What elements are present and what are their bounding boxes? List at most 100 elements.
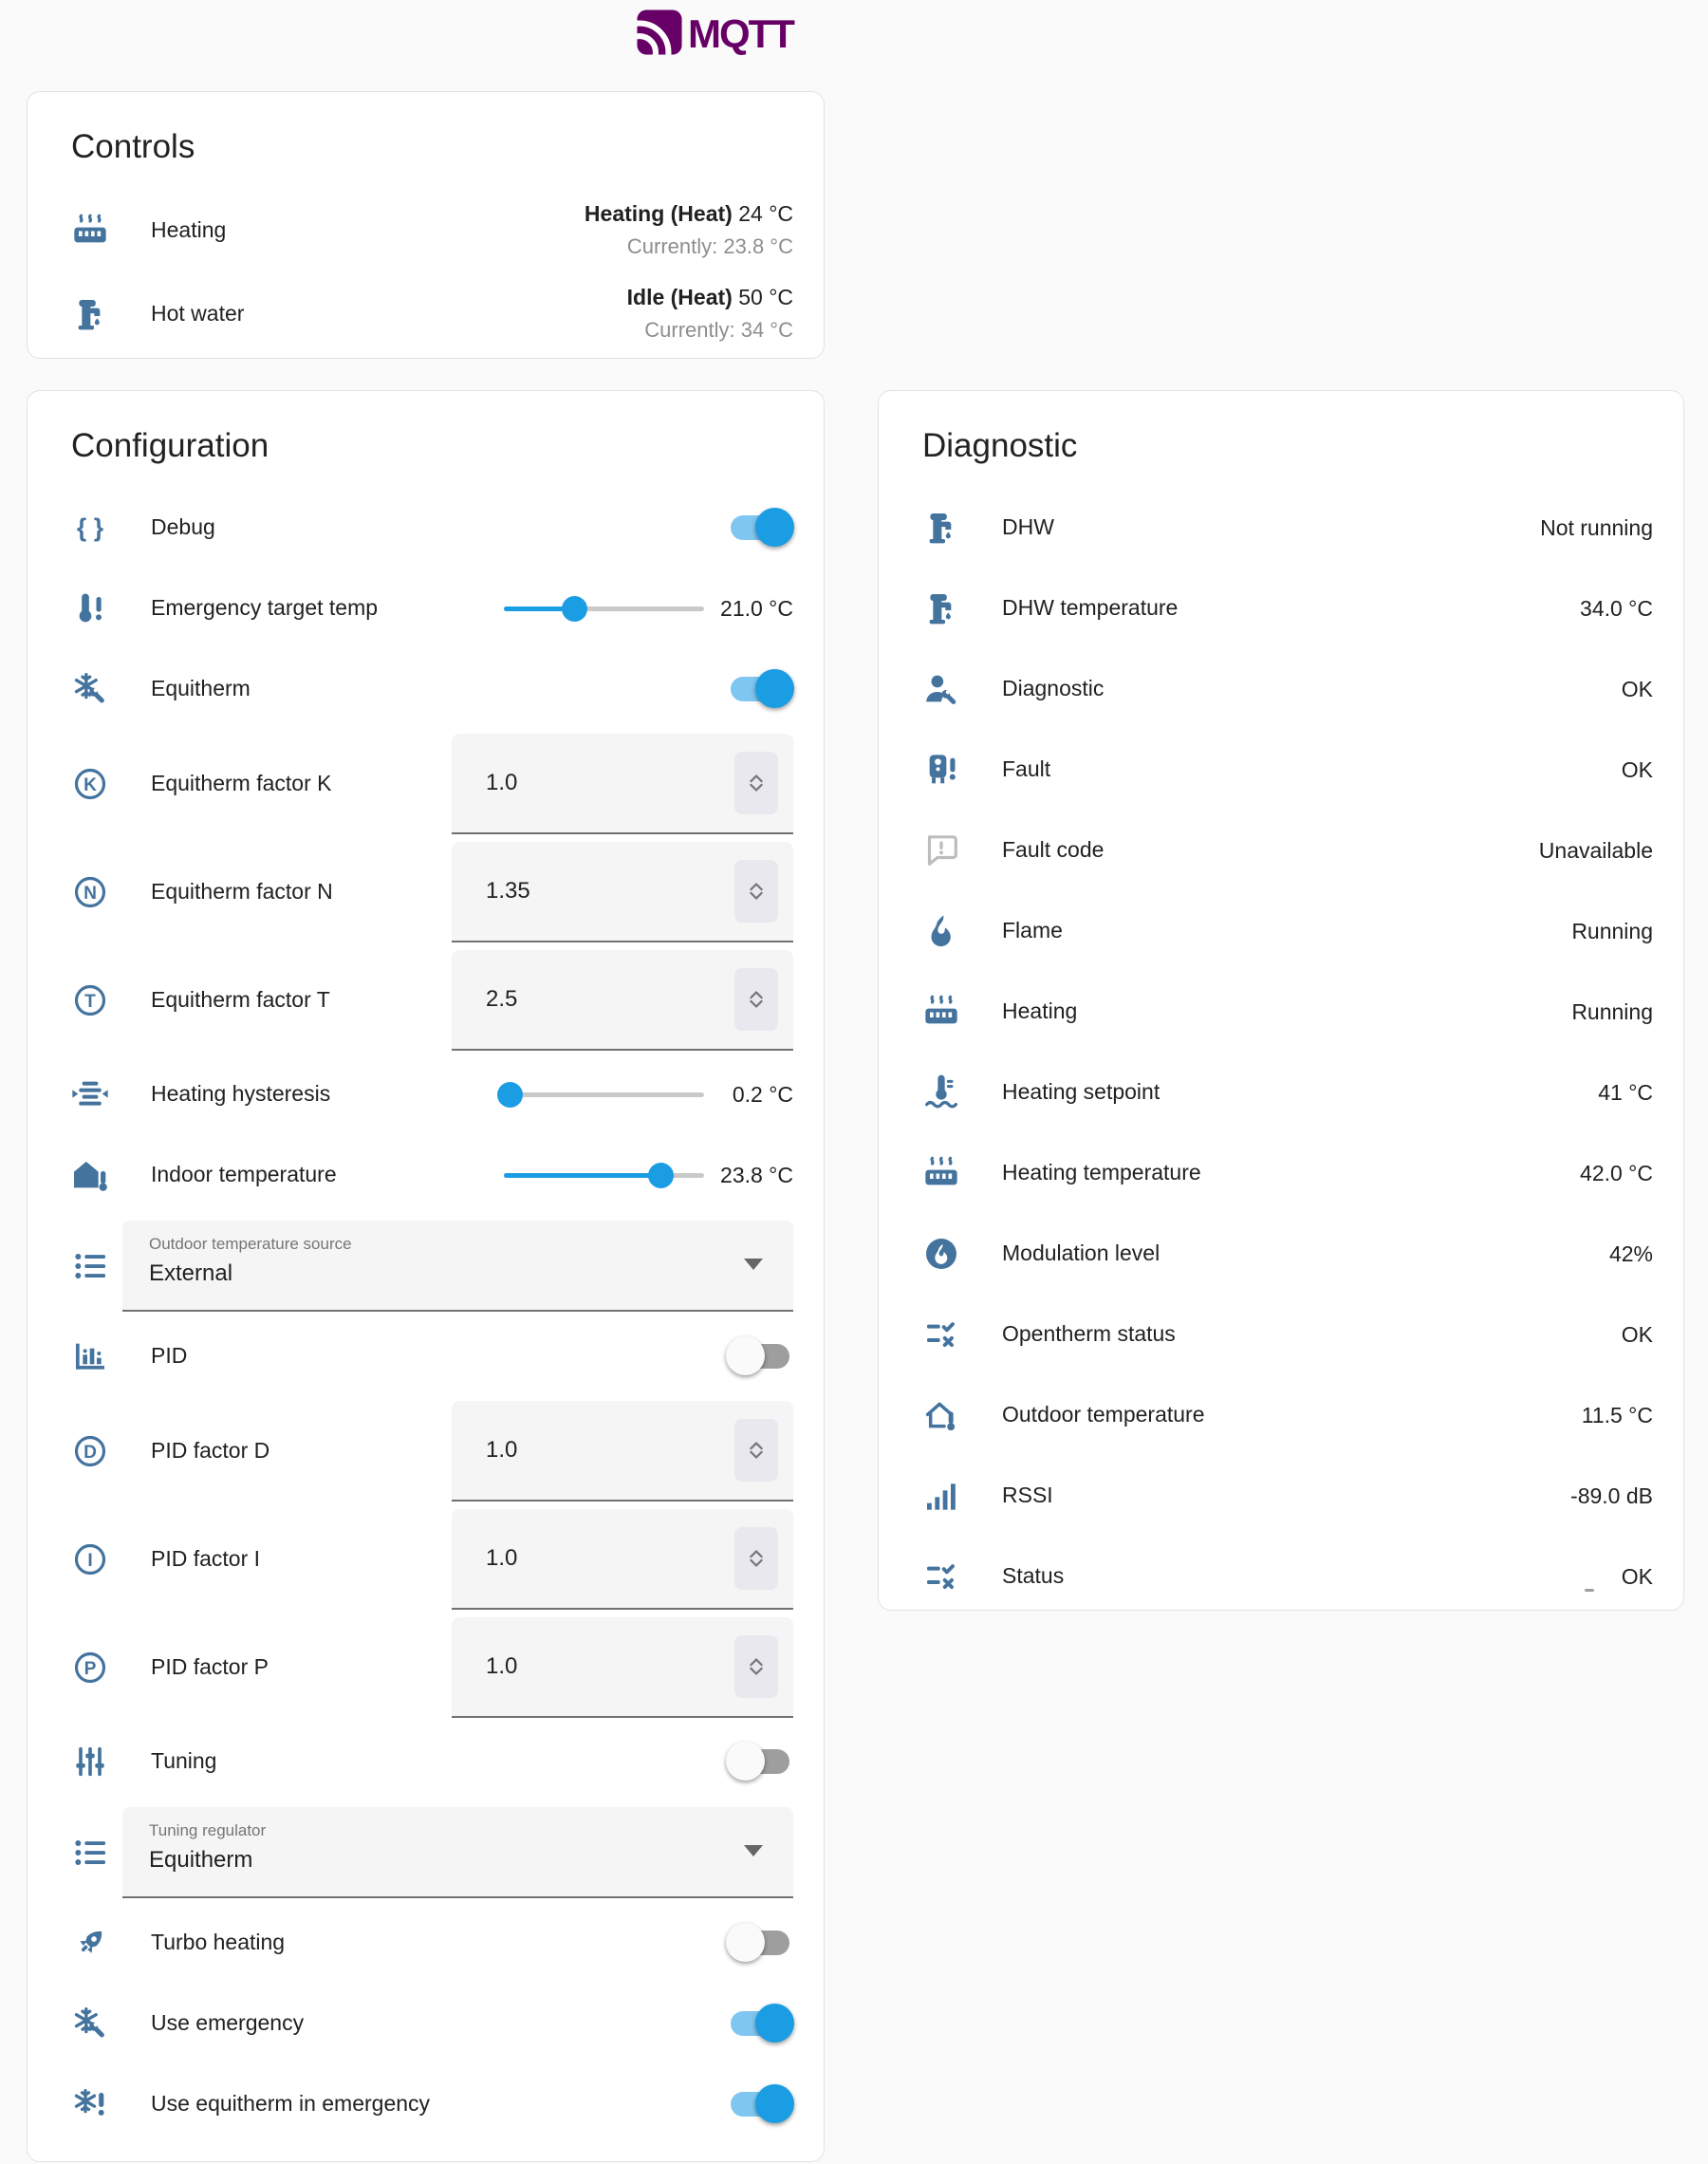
equitherm-factor-t-field bbox=[452, 950, 793, 1051]
radiator-icon bbox=[71, 212, 109, 250]
diag-row-dhw-temperature[interactable]: DHW temperature 34.0 °C bbox=[922, 569, 1653, 649]
select-value: Equitherm bbox=[149, 1847, 740, 1874]
diag-row-fault-code[interactable]: Fault code Unavailable bbox=[922, 811, 1653, 891]
alpha-p-circle-icon bbox=[71, 1649, 109, 1687]
diag-row-heating-temperature[interactable]: Heating temperature 42.0 °C bbox=[922, 1133, 1653, 1214]
debug-toggle[interactable] bbox=[731, 514, 789, 541]
fire-icon bbox=[922, 912, 960, 950]
water-pump-icon bbox=[922, 509, 960, 547]
number-stepper[interactable] bbox=[734, 1635, 778, 1698]
chart-histogram-icon bbox=[71, 1337, 109, 1375]
config-row-equitherm-factor-t: Equitherm factor T bbox=[71, 946, 793, 1054]
diagnostic-card: Diagnostic DHW Not running DHW temperatu… bbox=[878, 390, 1684, 1611]
diag-row-outdoor-temperature[interactable]: Outdoor temperature 11.5 °C bbox=[922, 1375, 1653, 1456]
use-equitherm-in-emergency-toggle[interactable] bbox=[731, 2091, 789, 2117]
emergency-target-temp-slider[interactable] bbox=[504, 594, 704, 623]
equitherm-factor-k-field bbox=[452, 734, 793, 834]
pid-factor-i-input[interactable] bbox=[486, 1545, 734, 1572]
number-stepper[interactable] bbox=[734, 1527, 778, 1590]
row-label: PID factor D bbox=[151, 1437, 452, 1465]
diag-row-fault[interactable]: Fault OK bbox=[922, 730, 1653, 811]
controls-row-heating[interactable]: Heating Heating (Heat) 24 °C Currently: … bbox=[71, 189, 793, 272]
mqtt-logo: MQTT bbox=[634, 8, 793, 61]
controls-row-hot-water[interactable]: Hot water Idle (Heat) 50 °C Currently: 3… bbox=[71, 272, 793, 356]
number-stepper[interactable] bbox=[734, 752, 778, 814]
thermometer-alert-icon bbox=[71, 589, 109, 627]
radiator-icon bbox=[922, 1154, 960, 1192]
config-row-pid-factor-i: PID factor I bbox=[71, 1505, 793, 1614]
diag-row-dhw[interactable]: DHW Not running bbox=[922, 488, 1653, 569]
climate-current-temp: Currently: 23.8 °C bbox=[585, 234, 793, 259]
config-row-tuning: Tuning bbox=[71, 1722, 793, 1802]
config-row-use-emergency: Use emergency bbox=[71, 1984, 793, 2064]
row-value: OK bbox=[1622, 1322, 1653, 1348]
config-row-debug: Debug bbox=[71, 488, 793, 569]
pid-factor-p-input[interactable] bbox=[486, 1653, 734, 1680]
code-braces-icon bbox=[71, 509, 109, 547]
equitherm-factor-k-input[interactable] bbox=[486, 770, 734, 796]
row-value: 42.0 °C bbox=[1580, 1161, 1653, 1186]
pid-factor-i-field bbox=[452, 1509, 793, 1610]
equitherm-factor-t-input[interactable] bbox=[486, 986, 734, 1013]
pid-toggle[interactable] bbox=[731, 1343, 789, 1370]
controls-row-label: Heating bbox=[151, 216, 585, 245]
diag-row-heating[interactable]: Heating Running bbox=[922, 972, 1653, 1053]
use-emergency-toggle[interactable] bbox=[731, 2010, 789, 2037]
diag-row-heating-setpoint[interactable]: Heating setpoint 41 °C bbox=[922, 1053, 1653, 1133]
dropdown-arrow-icon bbox=[744, 1845, 763, 1856]
list-status-icon bbox=[922, 1315, 960, 1353]
row-label: Emergency target temp bbox=[151, 594, 504, 623]
fire-circle-icon bbox=[922, 1235, 960, 1273]
pid-factor-d-field bbox=[452, 1401, 793, 1502]
equitherm-factor-n-field bbox=[452, 842, 793, 942]
row-label: Heating bbox=[1002, 998, 1571, 1026]
tuning-regulator-select[interactable]: Tuning regulator Equitherm bbox=[122, 1807, 793, 1898]
row-label: Fault code bbox=[1002, 836, 1539, 865]
slider-value: 21.0 °C bbox=[717, 594, 793, 624]
climate-state-heating[interactable]: Heating (Heat) 24 °C Currently: 23.8 °C bbox=[585, 201, 793, 259]
row-value: 34.0 °C bbox=[1580, 596, 1653, 622]
select-value: External bbox=[149, 1260, 740, 1287]
snowflake-wrench-icon bbox=[71, 670, 109, 708]
row-label: Fault bbox=[1002, 756, 1622, 784]
diag-row-status[interactable]: Status OK bbox=[922, 1537, 1653, 1611]
diag-row-diagnostic[interactable]: Diagnostic OK bbox=[922, 649, 1653, 730]
diag-row-modulation-level[interactable]: Modulation level 42% bbox=[922, 1214, 1653, 1295]
pid-factor-d-input[interactable] bbox=[486, 1437, 734, 1464]
config-row-equitherm-factor-k: Equitherm factor K bbox=[71, 730, 793, 838]
account-wrench-icon bbox=[922, 670, 960, 708]
number-stepper[interactable] bbox=[734, 860, 778, 923]
config-row-use-equitherm-in-emergency: Use equitherm in emergency bbox=[71, 2064, 793, 2145]
home-thermometer-icon bbox=[71, 1156, 109, 1194]
tuning-toggle[interactable] bbox=[731, 1748, 789, 1775]
alpha-t-circle-icon bbox=[71, 981, 109, 1019]
slider-value: 0.2 °C bbox=[717, 1080, 793, 1110]
diag-row-rssi[interactable]: RSSI -89.0 dB bbox=[922, 1456, 1653, 1537]
config-row-heating-hysteresis: Heating hysteresis 0.2 °C bbox=[71, 1054, 793, 1135]
turbo-heating-toggle[interactable] bbox=[731, 1930, 789, 1956]
row-label: Opentherm status bbox=[1002, 1320, 1622, 1349]
equitherm-toggle[interactable] bbox=[731, 676, 789, 702]
list-bulleted-icon bbox=[71, 1247, 109, 1285]
indoor-temperature-slider[interactable] bbox=[504, 1161, 704, 1189]
list-status-icon bbox=[922, 1558, 960, 1595]
number-stepper[interactable] bbox=[734, 968, 778, 1031]
number-stepper[interactable] bbox=[734, 1419, 778, 1482]
row-value: Running bbox=[1571, 999, 1653, 1025]
diag-row-flame[interactable]: Flame Running bbox=[922, 891, 1653, 972]
controls-title: Controls bbox=[71, 126, 793, 168]
thermometer-water-icon bbox=[922, 1073, 960, 1111]
climate-state-hot-water[interactable]: Idle (Heat) 50 °C Currently: 34 °C bbox=[627, 285, 793, 343]
alpha-d-circle-icon bbox=[71, 1432, 109, 1470]
equitherm-factor-n-input[interactable] bbox=[486, 878, 734, 905]
outdoor-temperature-source-select[interactable]: Outdoor temperature source External bbox=[122, 1221, 793, 1312]
message-alert-icon bbox=[922, 831, 960, 869]
heating-hysteresis-slider[interactable] bbox=[504, 1080, 704, 1109]
water-pump-icon bbox=[71, 295, 109, 333]
row-label: Debug bbox=[151, 513, 731, 542]
controls-row-label: Hot water bbox=[151, 300, 627, 328]
controls-card: Controls Heating Heating (Heat) 24 °C Cu… bbox=[27, 91, 825, 359]
row-label: Equitherm bbox=[151, 675, 731, 703]
diag-row-opentherm-status[interactable]: Opentherm status OK bbox=[922, 1295, 1653, 1375]
pid-factor-p-field bbox=[452, 1617, 793, 1718]
